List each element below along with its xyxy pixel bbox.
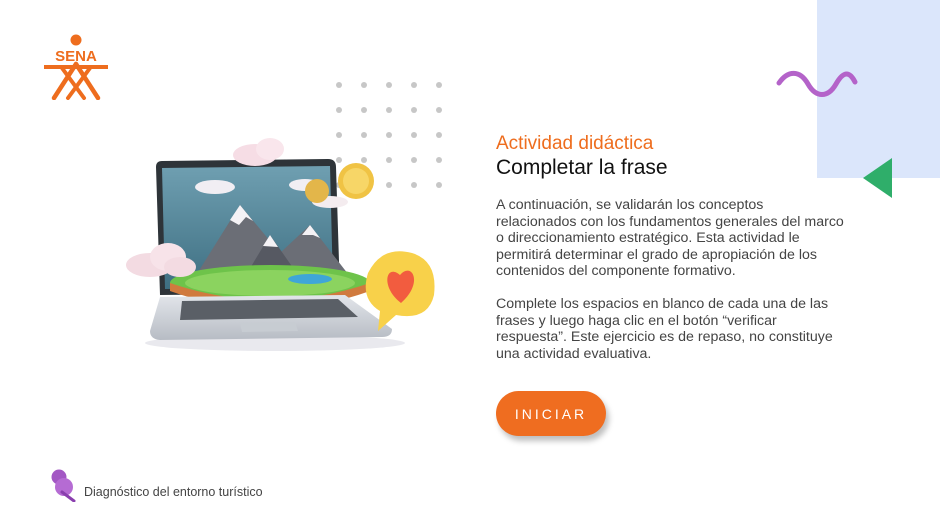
sena-logo: SENA xyxy=(40,34,112,105)
activity-subtitle: Actividad didáctica xyxy=(496,133,654,154)
laptop-landscape-illustration xyxy=(126,138,435,351)
triangle-decoration xyxy=(863,158,892,198)
activity-description: A continuación, se validarán los concept… xyxy=(496,197,844,280)
footer-course-title: Diagnóstico del entorno turístico xyxy=(84,485,263,499)
wave-decoration xyxy=(776,70,858,97)
activity-content: Actividad didáctica Completar la frase A… xyxy=(496,133,846,378)
footer: Diagnóstico del entorno turístico xyxy=(48,468,263,502)
activity-instructions: Complete los espacios en blanco de cada … xyxy=(496,295,833,362)
start-button[interactable]: INICIAR xyxy=(496,391,606,436)
pin-icon xyxy=(51,469,76,502)
activity-title: Completar la frase xyxy=(496,156,668,179)
